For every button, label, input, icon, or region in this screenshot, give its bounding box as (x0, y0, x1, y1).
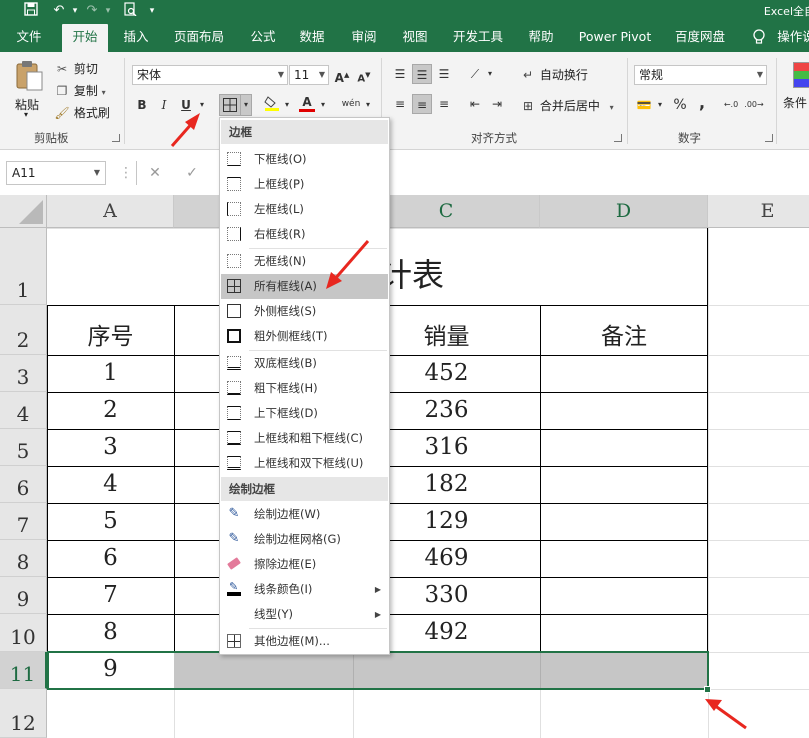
excel-window: ↶ ▾ ↷ ▾ ▾ Excel全自 文件 开始 插入 页面布局 公式 数据 审阅… (0, 0, 809, 738)
annotation-arrows (170, 113, 747, 730)
arrow-to-borders-button (170, 113, 200, 147)
arrow-to-all-borders (326, 240, 370, 289)
arrow-to-fill-handle (705, 699, 747, 730)
